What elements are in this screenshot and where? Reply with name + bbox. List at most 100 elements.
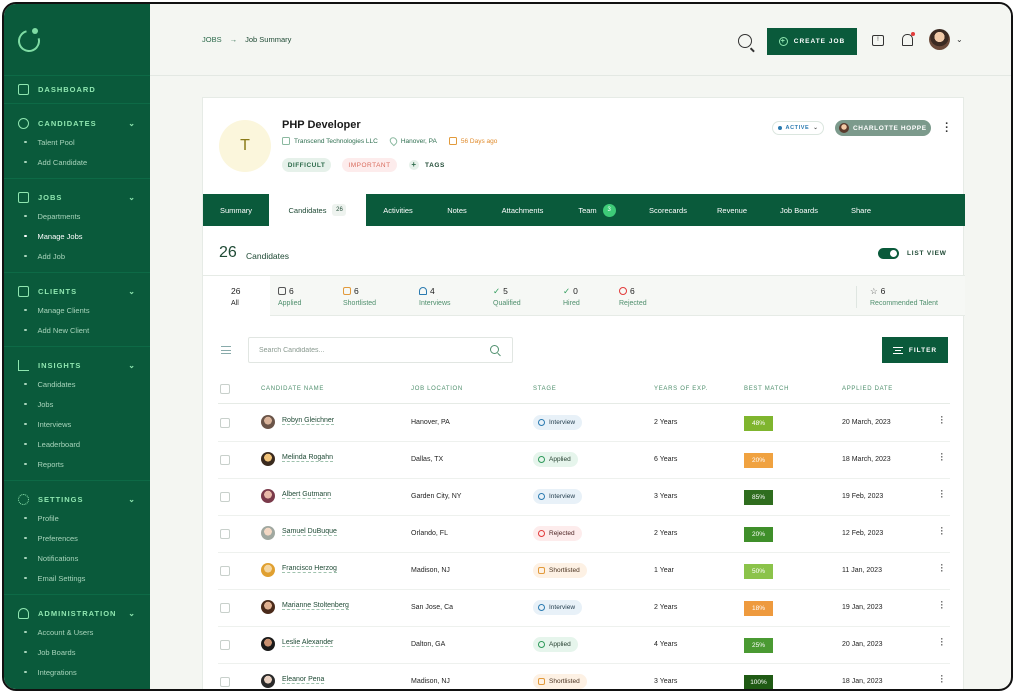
row-checkbox[interactable] xyxy=(220,640,230,650)
row-checkbox[interactable] xyxy=(220,677,230,687)
tab-scorecards[interactable]: Scorecards xyxy=(633,194,703,226)
table-row[interactable]: Leslie Alexander Dalton, GA Applied 4 Ye… xyxy=(218,627,950,664)
tab-candidates[interactable]: Candidates 26 xyxy=(269,194,366,226)
candidate-name-link[interactable]: Albert Gutmann xyxy=(282,491,332,499)
table-row[interactable]: Robyn Gleichner Hanover, PA Interview 2 … xyxy=(218,405,950,442)
stage-shortlisted[interactable]: 6 Shortlisted xyxy=(343,276,403,317)
sidebar-item-integrations[interactable]: Integrations xyxy=(4,662,150,682)
tab-job-boards[interactable]: Job Boards xyxy=(761,194,837,226)
filter-button[interactable]: FILTER xyxy=(882,337,948,363)
row-more-icon[interactable]: · · · xyxy=(940,672,944,687)
row-checkbox[interactable] xyxy=(220,418,230,428)
sidebar-item-insights[interactable]: INSIGHTS ⌄ xyxy=(4,356,150,374)
sidebar-item-talent-pool[interactable]: Talent Pool xyxy=(4,132,150,152)
row-more-icon[interactable]: · · · xyxy=(940,450,944,465)
sidebar-item-account-users[interactable]: Account & Users xyxy=(4,622,150,642)
sidebar-item-job-boards[interactable]: Job Boards xyxy=(4,642,150,662)
job-owner-pill[interactable]: CHARLOTTE HOPPE xyxy=(835,120,931,136)
search-icon[interactable] xyxy=(738,34,752,48)
create-job-button[interactable]: + CREATE JOB xyxy=(767,28,857,55)
candidate-name-link[interactable]: Francisco Herzog xyxy=(282,565,337,573)
search-candidates-input[interactable] xyxy=(248,337,513,363)
row-checkbox[interactable] xyxy=(220,603,230,613)
add-tags-button[interactable]: + TAGS xyxy=(409,160,445,170)
sidebar-item-email-settings[interactable]: Email Settings xyxy=(4,568,150,588)
row-more-icon[interactable]: · · · xyxy=(940,598,944,613)
candidate-name-link[interactable]: Leslie Alexander xyxy=(282,639,334,647)
row-more-icon[interactable]: · · · xyxy=(940,487,944,502)
sidebar-item-preferences[interactable]: Preferences xyxy=(4,528,150,548)
row-more-icon[interactable]: · · · xyxy=(940,561,944,576)
sidebar-item-insights-candidates[interactable]: Candidates xyxy=(4,374,150,394)
sidebar-item-insights-jobs[interactable]: Jobs xyxy=(4,394,150,414)
stage-all[interactable]: 26 All xyxy=(203,276,270,317)
candidate-name-link[interactable]: Marianne Stoltenberg xyxy=(282,602,349,610)
candidate-name-link[interactable]: Robyn Gleichner xyxy=(282,417,335,425)
row-checkbox[interactable] xyxy=(220,492,230,502)
app-logo-icon[interactable] xyxy=(13,25,45,57)
stage-interviews[interactable]: 4 Interviews xyxy=(419,276,479,317)
row-checkbox[interactable] xyxy=(220,455,230,465)
sidebar-item-add-candidate[interactable]: Add Candidate xyxy=(4,152,150,172)
tab-notes[interactable]: Notes xyxy=(430,194,484,226)
list-icon[interactable] xyxy=(221,346,231,354)
tab-share[interactable]: Share xyxy=(837,194,885,226)
tab-activities[interactable]: Activities xyxy=(366,194,430,226)
sidebar-item-candidates[interactable]: CANDIDATES ⌄ xyxy=(4,114,150,132)
sidebar-item-leaderboard[interactable]: Leaderboard xyxy=(4,434,150,454)
row-checkbox[interactable] xyxy=(220,529,230,539)
column-header[interactable]: CANDIDATE NAME xyxy=(261,386,324,392)
column-header[interactable]: APPLIED DATE xyxy=(842,386,893,392)
stage-qualified[interactable]: ✓ 5 Qualified xyxy=(493,276,543,317)
tab-summary[interactable]: Summary xyxy=(203,194,269,226)
stage-recommended-talent[interactable]: ☆ 6 Recommended Talent xyxy=(870,276,960,317)
sidebar-item-manage-clients[interactable]: Manage Clients xyxy=(4,300,150,320)
user-avatar[interactable] xyxy=(929,29,950,50)
job-status-dropdown[interactable]: ACTIVE ⌄ xyxy=(772,121,824,135)
sidebar-item-notifications[interactable]: Notifications xyxy=(4,548,150,568)
sidebar-item-clients[interactable]: CLIENTS ⌄ xyxy=(4,282,150,300)
stage-rejected[interactable]: 6 Rejected xyxy=(619,276,669,317)
candidate-name-link[interactable]: Eleanor Pena xyxy=(282,676,325,684)
candidate-name-link[interactable]: Melinda Rogahn xyxy=(282,454,333,462)
select-all-checkbox[interactable] xyxy=(220,384,230,394)
candidate-name-link[interactable]: Samuel DuBuque xyxy=(282,528,337,536)
row-more-icon[interactable]: · · · xyxy=(940,524,944,539)
chevron-down-icon[interactable]: ⌄ xyxy=(956,35,963,44)
breadcrumb-jobs-link[interactable]: JOBS xyxy=(202,35,222,44)
sidebar-item-departments[interactable]: Departments xyxy=(4,206,150,226)
row-checkbox[interactable] xyxy=(220,566,230,576)
stage-applied[interactable]: 6 Applied xyxy=(278,276,333,317)
table-row[interactable]: Francisco Herzog Madison, NJ Shortlisted… xyxy=(218,553,950,590)
row-more-icon[interactable]: · · · xyxy=(940,635,944,650)
company-name[interactable]: Transcend Technologies LLC xyxy=(294,138,378,145)
sidebar-item-settings[interactable]: SETTINGS ⌄ xyxy=(4,490,150,508)
table-row[interactable]: Albert Gutmann Garden City, NY Interview… xyxy=(218,479,950,516)
stage-hired[interactable]: ✓ 0 Hired xyxy=(563,276,603,317)
sidebar-item-profile[interactable]: Profile xyxy=(4,508,150,528)
column-header[interactable]: BEST MATCH xyxy=(744,386,789,392)
tab-revenue[interactable]: Revenue xyxy=(703,194,761,226)
sidebar-item-administration[interactable]: ADMINISTRATION ⌄ xyxy=(4,604,150,622)
table-row[interactable]: Samuel DuBuque Orlando, FL Rejected 2 Ye… xyxy=(218,516,950,553)
sidebar-item-interviews[interactable]: Interviews xyxy=(4,414,150,434)
tab-team[interactable]: Team 3 xyxy=(561,194,633,226)
more-options-icon[interactable]: · · · xyxy=(944,119,950,138)
tab-attachments[interactable]: Attachments xyxy=(484,194,561,226)
sidebar-item-manage-jobs[interactable]: Manage Jobs xyxy=(4,226,150,246)
row-more-icon[interactable]: · · · xyxy=(940,413,944,428)
bell-icon[interactable] xyxy=(902,32,915,46)
column-header[interactable]: STAGE xyxy=(533,386,556,392)
sidebar-item-add-job[interactable]: Add Job xyxy=(4,246,150,266)
table-row[interactable]: Eleanor Pena Madison, NJ Shortlisted 3 Y… xyxy=(218,664,950,689)
sidebar-item-add-new-client[interactable]: Add New Client xyxy=(4,320,150,340)
column-header[interactable]: JOB LOCATION xyxy=(411,386,463,392)
search-icon[interactable] xyxy=(490,345,499,354)
table-row[interactable]: Marianne Stoltenberg San Jose, Ca Interv… xyxy=(218,590,950,627)
chat-icon[interactable]: ! xyxy=(872,35,884,46)
list-view-toggle[interactable] xyxy=(878,248,899,259)
sidebar-item-reports[interactable]: Reports xyxy=(4,454,150,474)
table-row[interactable]: Melinda Rogahn Dallas, TX Applied 6 Year… xyxy=(218,442,950,479)
column-header[interactable]: YEARS OF EXP. xyxy=(654,386,708,392)
sidebar-item-dashboard[interactable]: DASHBOARD xyxy=(4,80,150,98)
